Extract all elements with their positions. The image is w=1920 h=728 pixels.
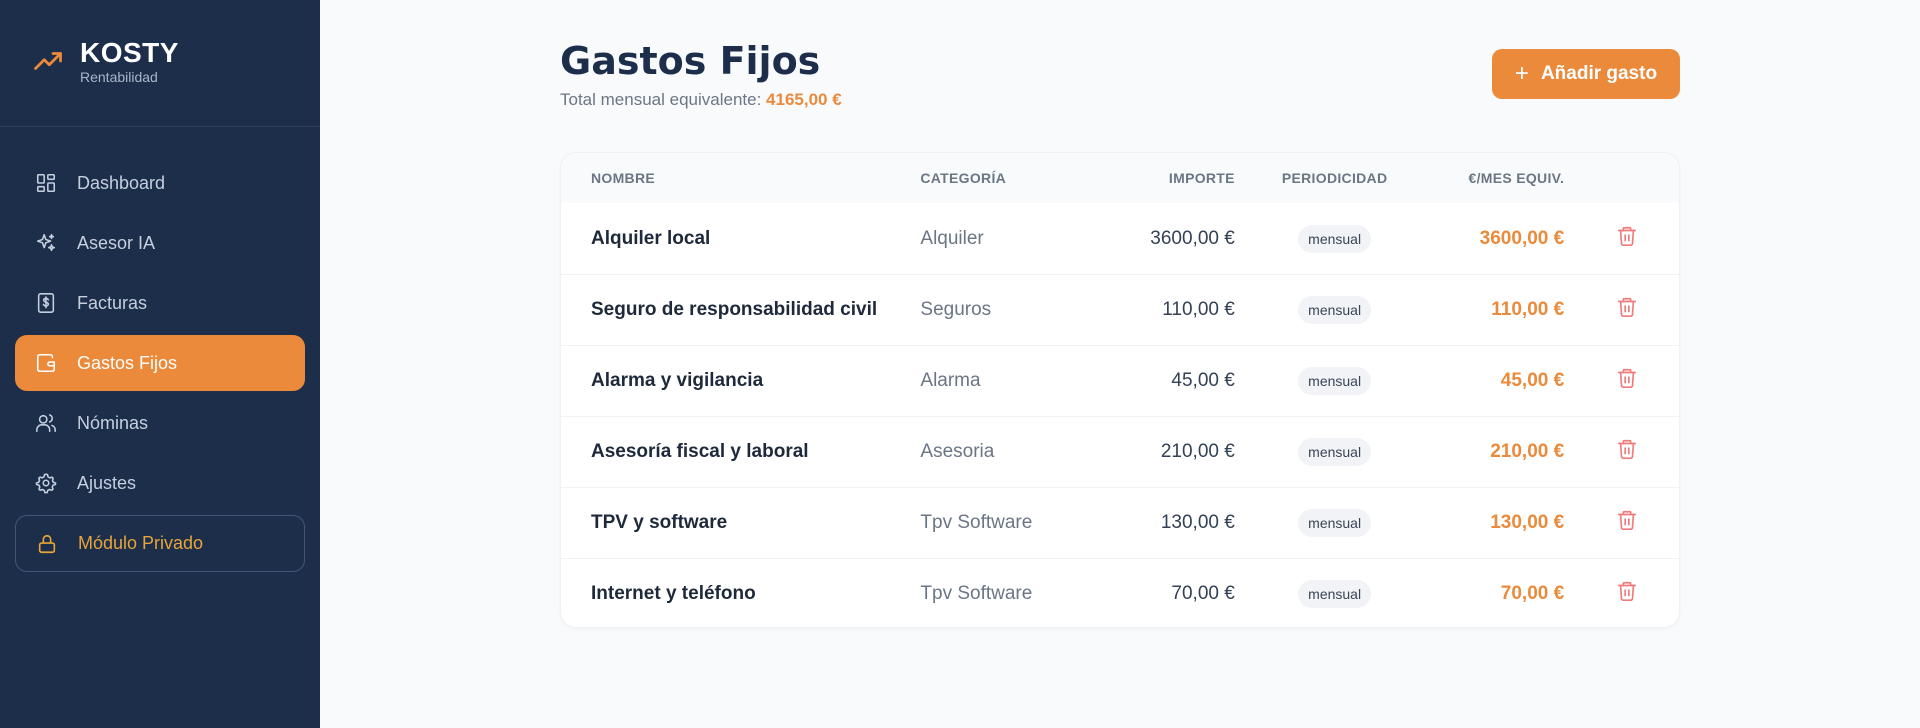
expense-amount: 70,00 € (1171, 583, 1235, 604)
lock-icon (36, 533, 58, 555)
sidebar-item-label: Ajustes (77, 472, 137, 493)
page-title: Gastos Fijos (560, 39, 821, 83)
table-body: Alquiler local Alquiler 3600,00 € mensua… (561, 203, 1679, 627)
expense-name: Alquiler local (591, 227, 711, 249)
sidebar-item-label: Módulo Privado (78, 533, 204, 553)
sidebar-item-nominas[interactable]: Nóminas (15, 395, 305, 451)
wallet-icon (35, 352, 57, 374)
periodicity-badge: mensual (1298, 367, 1372, 395)
plus-icon: + (1514, 60, 1529, 87)
table-row[interactable]: Internet y teléfono Tpv Software 70,00 €… (561, 558, 1679, 627)
table-row[interactable]: Asesoría fiscal y laboral Asesoria 210,0… (561, 416, 1679, 487)
sidebar-item-asesor-ia[interactable]: Asesor IA (15, 215, 305, 271)
trash-icon[interactable] (1616, 225, 1638, 247)
brand-title: KOSTY (80, 37, 179, 68)
expense-name: Alarma y vigilancia (591, 370, 764, 391)
sidebar-item-label: Gastos Fijos (77, 352, 178, 373)
sidebar: KOSTY Rentabilidad Dashboard Asesor IA F… (0, 0, 320, 728)
trash-icon[interactable] (1616, 509, 1638, 531)
sidebar-item-label: Asesor IA (77, 232, 156, 253)
sidebar-item-facturas[interactable]: Facturas (15, 275, 305, 331)
expense-category: Seguros (920, 299, 992, 320)
expense-amount: 45,00 € (1171, 370, 1235, 391)
table-row[interactable]: TPV y software Tpv Software 130,00 € men… (561, 487, 1679, 558)
trash-icon[interactable] (1616, 367, 1638, 389)
expense-category: Tpv Software (920, 512, 1033, 533)
trash-icon[interactable] (1616, 438, 1638, 460)
column-header-mes-equiv[interactable]: €/MES EQUIV. (1434, 170, 1564, 186)
periodicity-badge: mensual (1298, 509, 1372, 537)
expense-name: Internet y teléfono (591, 583, 756, 604)
monthly-total-label: Total mensual equivalente: (560, 90, 762, 109)
trash-icon[interactable] (1616, 580, 1638, 602)
expense-monthly-equiv: 70,00 € (1500, 583, 1565, 604)
dashboard-grid-icon (35, 172, 57, 194)
invoice-icon (35, 292, 57, 314)
sidebar-item-gastos-fijos[interactable]: Gastos Fijos (15, 335, 305, 391)
brand-subtitle: Rentabilidad (80, 69, 158, 85)
column-header-nombre[interactable]: NOMBRE (561, 170, 920, 186)
column-header-periodicidad[interactable]: PERIODICIDAD (1235, 170, 1435, 186)
periodicity-badge: mensual (1298, 580, 1372, 608)
expense-name: Seguro de responsabilidad civil (591, 299, 878, 320)
table-row[interactable]: Alquiler local Alquiler 3600,00 € mensua… (561, 203, 1679, 274)
sidebar-item-modulo-privado[interactable]: Módulo Privado (15, 515, 305, 572)
expense-name: TPV y software (591, 512, 728, 533)
trending-up-icon (34, 52, 62, 70)
periodicity-badge: mensual (1298, 296, 1372, 324)
brand[interactable]: KOSTY Rentabilidad (0, 0, 320, 127)
trash-icon[interactable] (1616, 296, 1638, 318)
monthly-total-value: 4165,00 € (766, 90, 842, 109)
sidebar-item-label: Dashboard (77, 172, 166, 193)
sidebar-item-label: Facturas (77, 292, 148, 313)
sparkles-icon (35, 232, 57, 254)
sidebar-nav: Dashboard Asesor IA Facturas Gastos Fijo… (15, 155, 305, 576)
monthly-total-summary: Total mensual equivalente: 4165,00 € (560, 90, 842, 110)
table-row[interactable]: Seguro de responsabilidad civil Seguros … (561, 274, 1679, 345)
fixed-expenses-table: NOMBRE CATEGORÍA IMPORTE PERIODICIDAD €/… (560, 152, 1680, 628)
add-expense-button[interactable]: + Añadir gasto (1492, 49, 1680, 99)
periodicity-badge: mensual (1298, 224, 1372, 253)
expense-category: Alarma (920, 370, 981, 391)
sidebar-item-dashboard[interactable]: Dashboard (15, 155, 305, 211)
sidebar-item-ajustes[interactable]: Ajustes (15, 455, 305, 511)
expense-monthly-equiv: 110,00 € (1491, 299, 1565, 320)
expense-category: Alquiler (920, 227, 984, 249)
expense-monthly-equiv: 45,00 € (1500, 370, 1565, 391)
expense-amount: 130,00 € (1160, 512, 1235, 533)
expense-monthly-equiv: 210,00 € (1490, 441, 1565, 462)
column-header-importe[interactable]: IMPORTE (1100, 170, 1235, 186)
table-row[interactable]: Alarma y vigilancia Alarma 45,00 € mensu… (561, 345, 1679, 416)
expense-name: Asesoría fiscal y laboral (591, 441, 809, 462)
expense-category: Tpv Software (920, 583, 1033, 604)
expense-category: Asesoria (920, 441, 995, 462)
expense-amount: 210,00 € (1160, 441, 1235, 462)
expense-amount: 110,00 € (1162, 299, 1235, 320)
sidebar-item-label: Nóminas (77, 412, 149, 433)
add-expense-label: Añadir gasto (1540, 63, 1658, 84)
gear-icon (35, 472, 57, 494)
main-content: Gastos Fijos Total mensual equivalente: … (320, 0, 1920, 728)
column-header-categoria[interactable]: CATEGORÍA (920, 170, 1100, 186)
expense-amount: 3600,00 € (1150, 227, 1235, 249)
expense-monthly-equiv: 130,00 € (1490, 512, 1565, 533)
users-icon (35, 412, 57, 434)
expense-monthly-equiv: 3600,00 € (1479, 227, 1565, 249)
periodicity-badge: mensual (1298, 438, 1372, 466)
table-header: NOMBRE CATEGORÍA IMPORTE PERIODICIDAD €/… (561, 153, 1679, 203)
